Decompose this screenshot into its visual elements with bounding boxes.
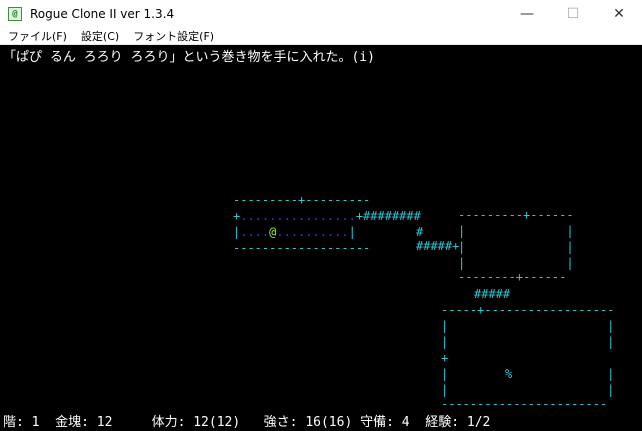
room1-floor-b: .......... xyxy=(276,225,349,239)
corridor-mid: #####+ xyxy=(416,239,460,253)
room3-door: + xyxy=(441,351,449,365)
room1-floor-a: .... xyxy=(240,225,270,239)
game-screen[interactable]: 「ぱぴ るん ろろり ろろり」という巻き物を手に入れた。(i) --------… xyxy=(0,45,642,431)
item-food: % xyxy=(505,367,513,381)
room1-row2: |....@..........| xyxy=(233,224,356,240)
close-button[interactable]: ✕ xyxy=(596,0,642,27)
room2-top-wall: ---------+------ xyxy=(458,208,574,222)
window-controls: — ☐ ✕ xyxy=(504,0,642,27)
room1-right-wall: | xyxy=(348,225,356,239)
corridor-low: ##### xyxy=(474,287,511,301)
room3-bottom-wall: ----------------------- xyxy=(441,397,608,411)
window-title: Rogue Clone II ver 1.3.4 xyxy=(30,6,175,21)
menu-settings[interactable]: 設定(C) xyxy=(81,28,119,44)
menu-font-settings[interactable]: フォント設定(F) xyxy=(133,28,214,44)
app-window: @ Rogue Clone II ver 1.3.4 — ☐ ✕ ファイル(F)… xyxy=(0,0,642,431)
room1-row1: +................+######## xyxy=(233,208,421,224)
room2-side-1: | | xyxy=(458,224,574,238)
room3-side-2: | | xyxy=(441,335,615,349)
room1-top-wall: ---------+--------- xyxy=(233,193,371,207)
menu-file[interactable]: ファイル(F) xyxy=(8,28,67,44)
room3-side-1: | | xyxy=(441,319,615,333)
room2-bottom-wall: --------+------ xyxy=(458,270,567,284)
room1-right-door-corridor: +######## xyxy=(355,209,421,223)
room3-side-4: | | xyxy=(441,367,615,381)
message-line: 「ぱぴ るん ろろり ろろり」という巻き物を手に入れた。(i) xyxy=(3,50,375,65)
app-icon: @ xyxy=(8,6,22,21)
menu-bar: ファイル(F) 設定(C) フォント設定(F) xyxy=(0,27,642,45)
status-line: 階: 1 金塊: 12 体力: 12(12) 強さ: 16(16) 守備: 4 … xyxy=(3,415,491,430)
room1-floor: ................ xyxy=(240,209,356,223)
minimize-button[interactable]: — xyxy=(504,0,550,27)
maximize-button[interactable]: ☐ xyxy=(550,0,596,27)
title-bar[interactable]: @ Rogue Clone II ver 1.3.4 — ☐ ✕ xyxy=(0,0,642,27)
room2-side-2: | | xyxy=(458,240,574,254)
room3-top-wall: -----+------------------ xyxy=(441,303,615,317)
room1-bottom-wall: ------------------- xyxy=(233,241,371,255)
